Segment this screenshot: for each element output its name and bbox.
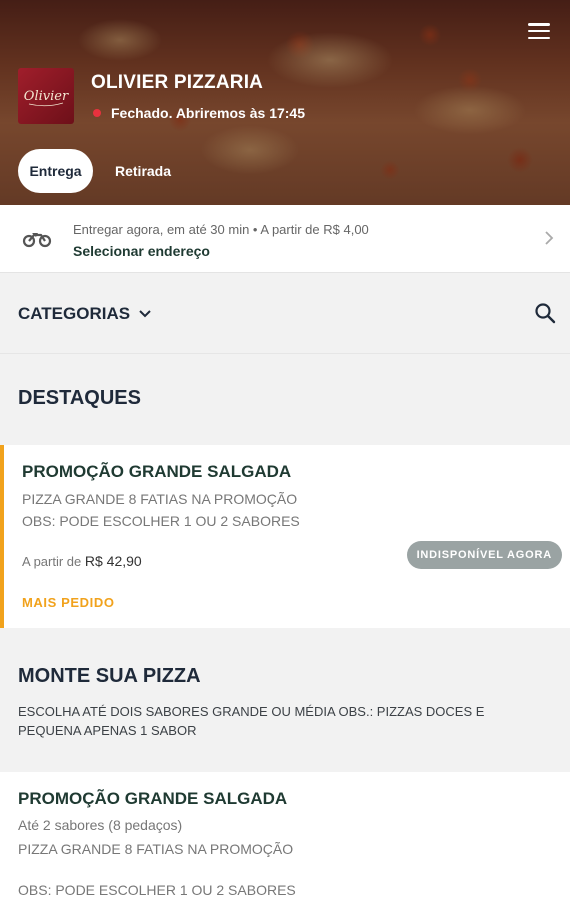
section-title-destaques: DESTAQUES: [18, 387, 141, 409]
delivery-info: Entregar agora, em até 30 min • A partir…: [73, 222, 369, 237]
product-title: PROMOÇÃO GRANDE SALGADA: [18, 789, 288, 808]
svg-text:Olivier: Olivier: [24, 89, 69, 104]
tab-retirada[interactable]: Retirada: [103, 149, 183, 193]
section-description: ESCOLHA ATÉ DOIS SABORES GRANDE OU MÉDIA…: [18, 704, 485, 738]
product-description: PIZZA GRANDE 8 FATIAS NA PROMOÇÃO OBS: P…: [22, 491, 300, 529]
motorcycle-icon: [22, 233, 52, 248]
price-value: R$ 42,90: [84, 553, 142, 569]
most-ordered-tag: MAIS PEDIDO: [22, 595, 115, 610]
select-address-link[interactable]: Selecionar endereço: [73, 243, 210, 259]
tab-entrega[interactable]: Entrega: [18, 149, 93, 193]
status-dot-icon: [93, 109, 101, 117]
store-status-text: Fechado. Abriremos às 17:45: [111, 105, 306, 121]
chevron-right-icon: [545, 231, 554, 245]
categories-bar: CATEGORIAS: [0, 274, 570, 354]
categories-dropdown[interactable]: CATEGORIAS: [18, 304, 152, 324]
hamburger-menu-icon[interactable]: [528, 22, 550, 40]
order-mode-tabs: Entrega Retirada: [18, 149, 183, 193]
product-obs: OBS: PODE ESCOLHER 1 OU 2 SABORES: [18, 882, 296, 898]
price-prefix: A partir de: [22, 554, 82, 569]
product-price: A partir de R$ 42,90: [22, 553, 142, 569]
product-description: PIZZA GRANDE 8 FATIAS NA PROMOÇÃO: [18, 841, 294, 857]
product-card[interactable]: PROMOÇÃO GRANDE SALGADA Até 2 sabores (8…: [0, 772, 570, 900]
store-header: Olivier OLIVIER PIZZARIA Fechado. Abrire…: [0, 0, 570, 205]
unavailable-badge: INDISPONÍVEL AGORA: [406, 541, 562, 569]
search-icon[interactable]: [534, 302, 556, 324]
product-subtitle: Até 2 sabores (8 pedaços): [18, 817, 183, 833]
featured-product-card[interactable]: PROMOÇÃO GRANDE SALGADA PIZZA GRANDE 8 F…: [0, 445, 570, 628]
categories-label: CATEGORIAS: [18, 304, 131, 323]
section-title-monte-sua-pizza: MONTE SUA PIZZA: [18, 665, 201, 687]
olivier-logo-icon: Olivier: [24, 89, 69, 107]
store-logo: Olivier: [18, 68, 74, 124]
delivery-address-bar[interactable]: Entregar agora, em até 30 min • A partir…: [0, 205, 570, 273]
store-status: Fechado. Abriremos às 17:45: [93, 105, 305, 121]
chevron-down-icon: [139, 310, 151, 318]
store-name: OLIVIER PIZZARIA: [91, 72, 264, 93]
product-title: PROMOÇÃO GRANDE SALGADA: [22, 462, 292, 481]
